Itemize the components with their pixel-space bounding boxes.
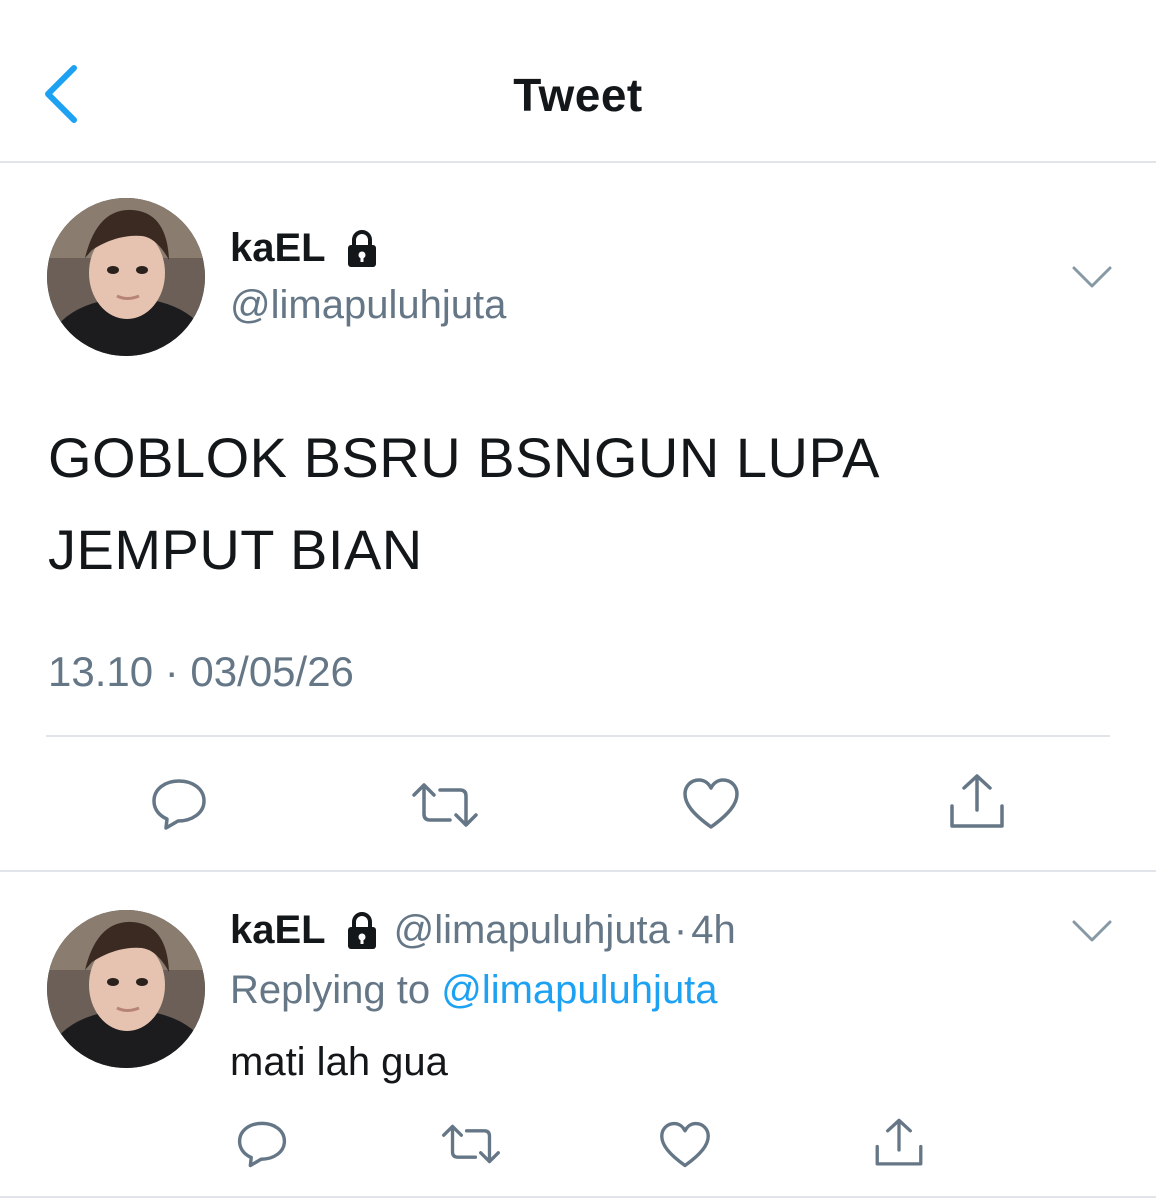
reply-icon — [152, 779, 206, 830]
chevron-down-icon — [1072, 266, 1112, 288]
more-options-button[interactable] — [1070, 916, 1114, 946]
replying-to: Replying to @limapuluhjuta — [230, 968, 718, 1013]
heart-icon — [683, 778, 739, 829]
separator-dot: · — [673, 908, 688, 952]
display-name-text[interactable]: kaEL — [230, 908, 326, 953]
heart-icon — [660, 1121, 710, 1168]
share-icon — [875, 1118, 923, 1166]
display-name-text: kaEL — [230, 226, 326, 270]
retweet-button[interactable] — [440, 1122, 502, 1171]
reply-icon — [237, 1121, 287, 1168]
divider — [0, 1196, 1156, 1198]
retweet-icon — [412, 783, 478, 827]
display-name[interactable]: kaEL — [230, 226, 384, 271]
replying-prefix: Replying to — [230, 968, 442, 1012]
more-options-button[interactable] — [1070, 262, 1114, 292]
lock-icon — [347, 911, 376, 949]
like-button[interactable] — [681, 776, 741, 837]
section-divider — [0, 870, 1156, 872]
share-button[interactable] — [946, 772, 1008, 837]
like-button[interactable] — [658, 1120, 712, 1175]
divider — [46, 735, 1110, 737]
retweet-icon — [442, 1124, 500, 1164]
reply-button[interactable] — [236, 1118, 288, 1175]
reply-header: kaEL @limapuluhjuta · 4h — [230, 908, 736, 953]
replying-to-link[interactable]: @limapuluhjuta — [441, 968, 717, 1012]
tweet-text: GOBLOK BSRU BSNGUN LUPA JEMPUT BIAN — [48, 426, 877, 581]
reply-button[interactable] — [150, 776, 208, 837]
share-icon — [950, 774, 1004, 828]
lock-icon — [347, 229, 376, 267]
page-title: Tweet — [513, 69, 643, 121]
retweet-button[interactable] — [410, 780, 480, 835]
reply-time[interactable]: 4h — [691, 908, 736, 953]
top-bar: Tweet — [0, 0, 1156, 163]
reply-text: mati lah gua — [230, 1040, 448, 1084]
user-handle[interactable]: @limapuluhjuta — [230, 283, 506, 328]
avatar[interactable] — [47, 198, 205, 356]
avatar[interactable] — [47, 910, 205, 1068]
tweet-timestamp[interactable]: 13.10 · 03/05/26 — [48, 648, 354, 696]
chevron-down-icon — [1072, 920, 1112, 942]
user-handle[interactable]: @limapuluhjuta — [394, 908, 670, 953]
share-button[interactable] — [872, 1116, 926, 1175]
